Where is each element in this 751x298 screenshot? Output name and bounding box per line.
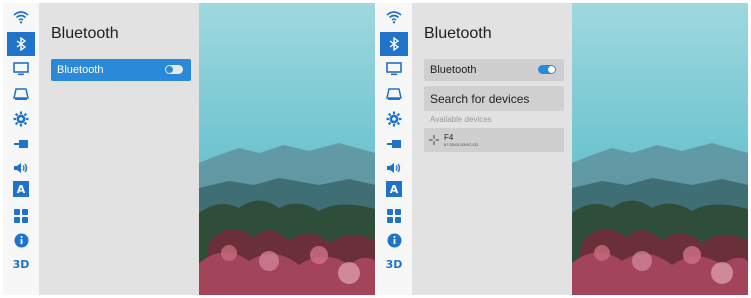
settings-rail: A 3D xyxy=(3,3,39,295)
gamepad-icon xyxy=(429,135,439,145)
wallpaper-image xyxy=(572,3,748,295)
page-title: Bluetooth xyxy=(424,25,492,42)
page-title: Bluetooth xyxy=(51,25,119,42)
bluetooth-toggle[interactable] xyxy=(538,65,556,74)
projector-icon[interactable] xyxy=(383,83,405,105)
projector-icon[interactable] xyxy=(10,83,32,105)
language-icon[interactable]: A xyxy=(386,181,402,197)
bluetooth-panel: Bluetooth Bluetooth xyxy=(39,3,199,295)
right-screen: A 3D Bluetooth Bluetooth Search for devi… xyxy=(376,3,748,295)
gear-icon[interactable] xyxy=(10,108,32,130)
info-icon[interactable] xyxy=(383,229,405,251)
bluetooth-toggle[interactable] xyxy=(165,65,183,74)
bluetooth-row-label: Bluetooth xyxy=(57,64,104,76)
input-source-icon[interactable] xyxy=(383,133,405,155)
3d-icon-label: 3D xyxy=(385,257,403,271)
gear-icon[interactable] xyxy=(383,108,405,130)
available-devices-heading: Available devices xyxy=(430,115,492,124)
3d-icon[interactable]: 3D xyxy=(382,253,406,275)
monitor-icon[interactable] xyxy=(383,58,405,80)
settings-rail: A 3D xyxy=(376,3,412,295)
apps-icon[interactable] xyxy=(383,205,405,227)
wifi-icon[interactable] xyxy=(10,6,32,28)
device-list-item[interactable]: F4 67:33:01:33:9C:CD xyxy=(424,128,564,152)
bluetooth-panel: Bluetooth Bluetooth Search for devices A… xyxy=(412,3,572,295)
apps-icon[interactable] xyxy=(10,205,32,227)
bluetooth-icon[interactable] xyxy=(380,32,408,56)
language-icon[interactable]: A xyxy=(13,181,29,197)
bluetooth-row-label: Bluetooth xyxy=(430,64,477,76)
wallpaper-image xyxy=(199,3,375,295)
bluetooth-icon[interactable] xyxy=(7,32,35,56)
volume-icon[interactable] xyxy=(383,157,405,179)
language-icon-label: A xyxy=(389,182,399,196)
wifi-icon[interactable] xyxy=(383,6,405,28)
bluetooth-toggle-row[interactable]: Bluetooth xyxy=(51,59,191,81)
left-screen: A 3D Bluetooth Bluetooth xyxy=(3,3,375,295)
volume-icon[interactable] xyxy=(10,157,32,179)
bluetooth-toggle-row[interactable]: Bluetooth xyxy=(424,59,564,81)
language-icon-label: A xyxy=(16,182,26,196)
3d-icon[interactable]: 3D xyxy=(9,253,33,275)
search-devices-button[interactable]: Search for devices xyxy=(424,86,564,111)
input-source-icon[interactable] xyxy=(10,133,32,155)
monitor-icon[interactable] xyxy=(10,58,32,80)
search-devices-label: Search for devices xyxy=(430,91,530,106)
info-icon[interactable] xyxy=(10,229,32,251)
3d-icon-label: 3D xyxy=(12,257,30,271)
